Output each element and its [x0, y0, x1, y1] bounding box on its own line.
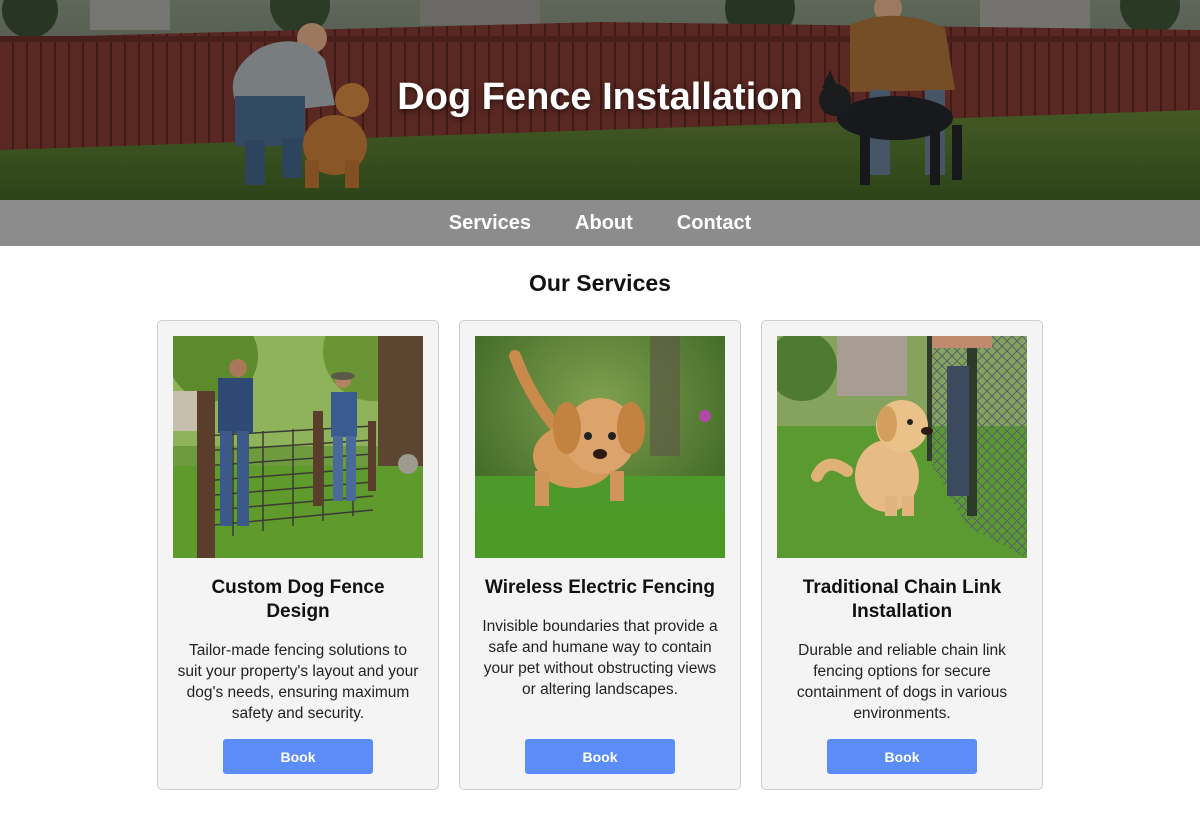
service-card-chain-link: Traditional Chain Link Installation Dura… [761, 320, 1043, 790]
service-description: Durable and reliable chain link fencing … [796, 642, 1008, 722]
nav-link-contact[interactable]: Contact [677, 212, 751, 235]
service-title: Custom Dog Fence Design [211, 577, 385, 622]
section-title: Our Services [529, 270, 671, 296]
service-description: Invisible boundaries that provide a safe… [482, 618, 718, 698]
service-description: Tailor-made fencing solutions to suit yo… [177, 642, 419, 722]
nav-link-services[interactable]: Services [449, 212, 531, 235]
service-card-wireless-electric: Wireless Electric Fencing Invisible boun… [459, 320, 741, 790]
book-button-chain-link[interactable]: Book [827, 739, 977, 774]
nav-link-about[interactable]: About [575, 212, 633, 235]
page-title: Dog Fence Installation [397, 76, 803, 118]
book-button-custom-design[interactable]: Book [223, 739, 373, 774]
book-button-wireless-electric[interactable]: Book [525, 739, 675, 774]
service-title: Traditional Chain Link Installation [802, 577, 1002, 622]
main-nav: Services About Contact [0, 200, 1200, 246]
services-section: Our Services Custom Dog Fence Design Tai… [0, 270, 1200, 790]
service-cards: Custom Dog Fence Design Tailor-made fenc… [0, 320, 1200, 790]
service-image-puppy-on-grass [475, 336, 725, 558]
hero-banner: Dog Fence Installation [0, 0, 1200, 200]
service-image-puppy-by-chain-link [777, 336, 1027, 558]
service-card-custom-design: Custom Dog Fence Design Tailor-made fenc… [157, 320, 439, 790]
service-title: Wireless Electric Fencing [484, 577, 716, 598]
service-image-fence-installers [173, 336, 423, 558]
